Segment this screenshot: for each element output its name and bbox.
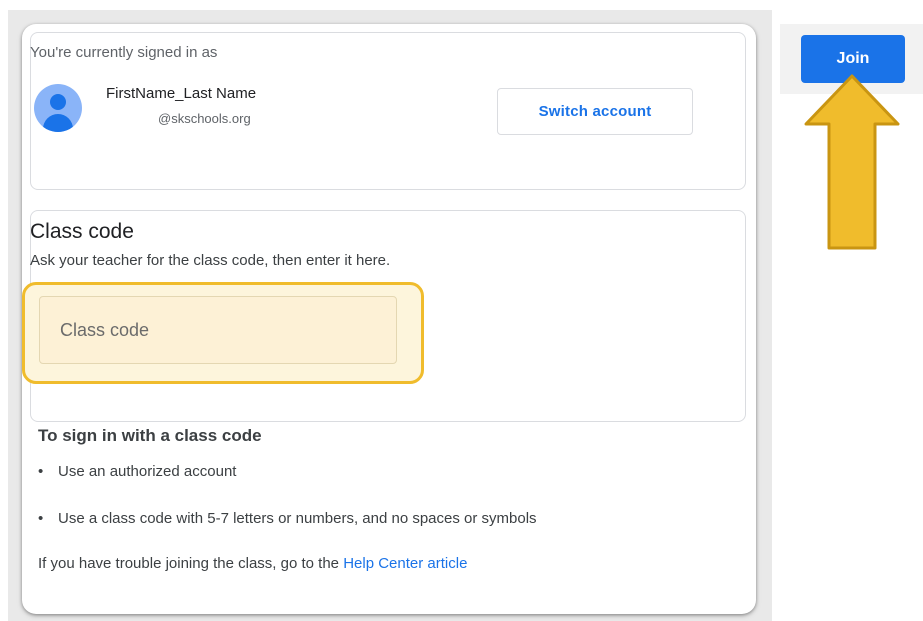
switch-account-button[interactable]: Switch account bbox=[497, 88, 693, 135]
user-name: FirstName_Last Name bbox=[106, 85, 257, 102]
user-email: @skschools.org bbox=[158, 111, 251, 126]
trouble-prefix: If you have trouble joining the class, g… bbox=[38, 555, 344, 572]
up-arrow-icon bbox=[804, 74, 900, 250]
help-bullet: • Use an authorized account bbox=[38, 463, 236, 480]
bullet-dot: • bbox=[38, 463, 44, 480]
avatar-body bbox=[43, 114, 73, 132]
class-code-input[interactable] bbox=[39, 296, 397, 364]
help-bullet-text: Use an authorized account bbox=[58, 463, 237, 480]
avatar-head bbox=[50, 94, 66, 110]
class-code-description: Ask your teacher for the class code, the… bbox=[30, 252, 391, 269]
person-icon bbox=[34, 84, 82, 132]
help-bullet-text: Use a class code with 5-7 letters or num… bbox=[58, 510, 537, 527]
trouble-text: If you have trouble joining the class, g… bbox=[38, 555, 467, 572]
help-title: To sign in with a class code bbox=[38, 426, 262, 445]
help-bullet: • Use a class code with 5-7 letters or nu… bbox=[38, 510, 537, 527]
class-code-title: Class code bbox=[30, 220, 134, 243]
bullet-dot: • bbox=[38, 510, 44, 527]
help-center-link[interactable]: Help Center article bbox=[343, 555, 467, 572]
signed-in-label: You're currently signed in as bbox=[30, 44, 218, 61]
